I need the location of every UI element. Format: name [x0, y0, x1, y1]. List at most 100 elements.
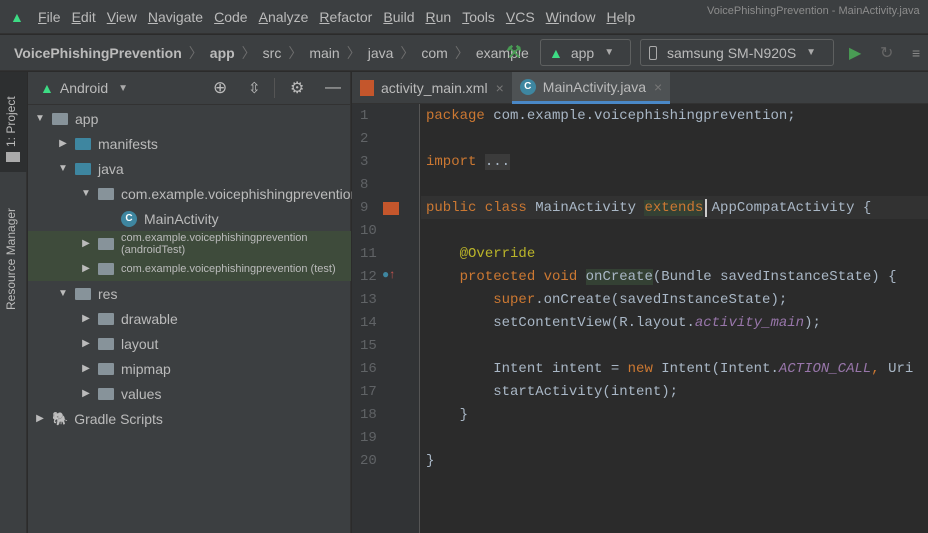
collapsed-arrow-icon[interactable]: ▶ — [80, 388, 92, 399]
collapsed-arrow-icon[interactable]: ▶ — [80, 313, 92, 324]
left-tool-stripe: 1: Project Resource Manager — [0, 72, 27, 533]
close-icon[interactable]: × — [496, 80, 504, 96]
collapsed-arrow-icon[interactable]: ▶ — [80, 263, 92, 274]
expanded-arrow-icon[interactable]: ▼ — [57, 288, 69, 299]
line-number: 18 — [360, 407, 377, 423]
tree-item[interactable]: ▶ com.example.voicephishingprevention (an… — [28, 231, 351, 256]
menu-vcs[interactable]: VCS — [506, 9, 535, 25]
menu-view[interactable]: View — [107, 9, 137, 25]
tree-item-label: com.example.voicephishingprevention (and… — [121, 231, 308, 256]
breadcrumb-src[interactable]: src — [263, 45, 282, 61]
code-token: } — [426, 407, 469, 423]
menu-tools[interactable]: Tools — [462, 9, 495, 25]
code-token: ... — [484, 154, 511, 170]
tab-mainactivity-java[interactable]: C MainActivity.java × — [511, 72, 671, 104]
expanded-arrow-icon[interactable]: ▼ — [34, 113, 46, 124]
tab-label: MainActivity.java — [542, 78, 646, 95]
tree-item[interactable]: ▼ app — [28, 106, 351, 131]
code-token: MainActivity — [535, 200, 645, 216]
menu-file[interactable]: File — [38, 9, 61, 25]
code-line: super.onCreate(savedInstanceState); — [426, 289, 787, 312]
tree-item[interactable]: C MainActivity — [28, 206, 351, 231]
code-line: @Override — [426, 243, 536, 266]
tree-item[interactable]: ▶ values — [28, 381, 351, 406]
breadcrumb-app[interactable]: app — [210, 45, 235, 61]
breadcrumb-separator-icon: 〉 — [188, 44, 203, 61]
project-tool-tab[interactable]: 1: Project — [4, 96, 18, 147]
breadcrumb-voicephishingprevention[interactable]: VoicePhishingPrevention — [14, 45, 182, 61]
tree-item[interactable]: ▶ drawable — [28, 306, 351, 331]
menu-refactor[interactable]: Refactor — [319, 9, 372, 25]
menu-analyze[interactable]: Analyze — [259, 9, 309, 25]
collapsed-arrow-icon[interactable]: ▶ — [34, 413, 46, 424]
code-token: } — [426, 453, 435, 469]
menu-edit[interactable]: Edit — [72, 9, 96, 25]
project-view-select[interactable]: Android — [60, 80, 108, 96]
minimize-icon[interactable]: — — [325, 79, 341, 97]
menu-build[interactable]: Build — [383, 9, 414, 25]
code-token: ); — [804, 315, 821, 331]
breadcrumb-main[interactable]: main — [309, 45, 339, 61]
locate-icon[interactable]: ⊕ — [213, 78, 227, 98]
tree-item-label: com.example.voicephishingprevention — [121, 185, 359, 202]
res-folder-icon — [75, 287, 91, 300]
tree-item[interactable]: ▶ com.example.voicephishingprevention (te… — [28, 256, 351, 281]
more-icon[interactable]: ≡ — [912, 45, 920, 61]
menu-run[interactable]: Run — [425, 9, 451, 25]
collapsed-arrow-icon[interactable]: ▶ — [57, 138, 69, 149]
gear-icon[interactable]: ⚙ — [290, 78, 304, 98]
project-panel: ▲ Android ▼ ⊕ ⇳ ⚙ — ▼ app ▶ manifests ▼ java ▼… — [28, 72, 358, 533]
code-token: package — [426, 108, 494, 124]
menu-window[interactable]: Window — [546, 9, 596, 25]
tree-item-label: MainActivity — [144, 210, 219, 227]
code-token: , — [871, 361, 889, 377]
close-icon[interactable]: × — [654, 79, 662, 95]
tree-item[interactable]: ▶ manifests — [28, 131, 351, 156]
breadcrumb-java[interactable]: java — [368, 45, 394, 61]
expanded-arrow-icon[interactable]: ▼ — [57, 163, 69, 174]
menu-bar: ▲ File Edit View Navigate Code Analyze Refacto… — [0, 0, 928, 34]
line-number: 8 — [360, 177, 369, 193]
code-editor[interactable]: 1 2 3 8 9 10 11 12 13 14 15 16 17 18 19 20 ●↑ package c… — [352, 104, 928, 533]
menu-navigate[interactable]: Navigate — [148, 9, 203, 25]
module-folder-icon — [52, 112, 68, 125]
line-number: 15 — [360, 338, 377, 354]
chevron-down-icon[interactable]: ▼ — [118, 83, 128, 94]
build-hammer-icon[interactable]: ⚒ — [506, 42, 522, 63]
breadcrumb-separator-icon: 〉 — [346, 44, 361, 61]
tree-item[interactable]: ▼ com.example.voicephishingprevention — [28, 181, 358, 206]
run-icon[interactable]: ▶ — [849, 43, 861, 63]
breadcrumb-com[interactable]: com — [421, 45, 447, 61]
code-line: public class MainActivity extends AppCom… — [426, 197, 871, 220]
expanded-arrow-icon[interactable]: ▼ — [80, 188, 92, 199]
apply-changes-icon[interactable]: ↻ — [880, 43, 893, 63]
tree-item-label: layout — [121, 335, 159, 352]
run-config-select[interactable]: ▲ app ▼ — [540, 39, 631, 66]
code-token: public class — [426, 200, 536, 216]
collapsed-arrow-icon[interactable]: ▶ — [80, 338, 92, 349]
line-number: 16 — [360, 361, 377, 377]
resource-manager-tab[interactable]: Resource Manager — [4, 208, 18, 310]
class-icon: C — [121, 210, 137, 227]
menu-help[interactable]: Help — [606, 9, 635, 25]
menu-code[interactable]: Code — [214, 9, 247, 25]
code-line: import ... — [426, 151, 511, 174]
code-token: import — [426, 154, 485, 170]
tab-activity_main-xml[interactable]: activity_main.xml × — [352, 72, 512, 104]
tree-item-label: com.example.voicephishingprevention (tes… — [121, 262, 336, 275]
collapsed-arrow-icon[interactable]: ▶ — [80, 363, 92, 374]
code-token: new — [627, 361, 662, 377]
window-title: VoicePhishingPrevention - MainActivity.j… — [707, 5, 920, 17]
tree-item[interactable]: ▼ res — [28, 281, 351, 306]
tree-item[interactable]: ▼ java — [28, 156, 351, 181]
tab-label: activity_main.xml — [381, 80, 488, 96]
collapse-all-icon[interactable]: ⇳ — [248, 79, 261, 97]
tree-item[interactable]: ▶ layout — [28, 331, 351, 356]
tree-item-label: values — [121, 385, 162, 402]
line-number: 14 — [360, 315, 377, 331]
tree-item[interactable]: ▶ mipmap — [28, 356, 351, 381]
device-select[interactable]: samsung SM-N920S ▼ — [640, 39, 834, 66]
collapsed-arrow-icon[interactable]: ▶ — [80, 238, 92, 249]
tree-item[interactable]: ▶ 🐘 Gradle Scripts — [28, 406, 351, 431]
breadcrumb-separator-icon: 〉 — [241, 44, 256, 61]
